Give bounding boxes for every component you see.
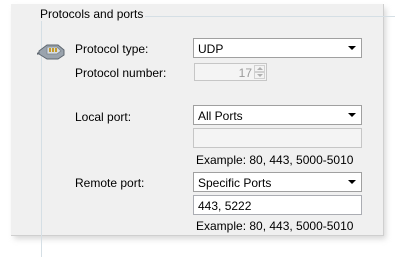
local-port-select[interactable]: All Ports (193, 105, 362, 125)
local-port-value: All Ports (198, 109, 243, 123)
spin-down-icon (254, 72, 265, 79)
protocol-number-spinner: 17 (194, 63, 267, 81)
protocol-type-value: UDP (198, 42, 224, 56)
local-port-example: Example: 80, 443, 5000-5010 (196, 153, 354, 167)
protocol-number-label: Protocol number: (75, 66, 167, 80)
remote-port-input-value: 443, 5222 (198, 199, 252, 213)
remote-port-value: Specific Ports (198, 176, 272, 190)
group-title: Protocols and ports (39, 7, 146, 21)
spin-up-icon (254, 65, 265, 72)
remote-port-example: Example: 80, 443, 5000-5010 (196, 219, 354, 233)
protocol-type-select[interactable]: UDP (193, 38, 362, 58)
chevron-down-icon (348, 46, 356, 50)
local-port-input (193, 128, 362, 148)
local-port-label: Local port: (75, 110, 132, 124)
chevron-down-icon (348, 113, 356, 117)
network-cable-icon (37, 44, 65, 60)
protocol-number-value: 17 (238, 66, 252, 80)
chevron-down-icon (348, 180, 356, 184)
remote-port-input[interactable]: 443, 5222 (193, 195, 362, 215)
remote-port-select[interactable]: Specific Ports (193, 172, 362, 192)
remote-port-label: Remote port: (75, 176, 145, 190)
protocol-type-label: Protocol type: (75, 42, 149, 56)
